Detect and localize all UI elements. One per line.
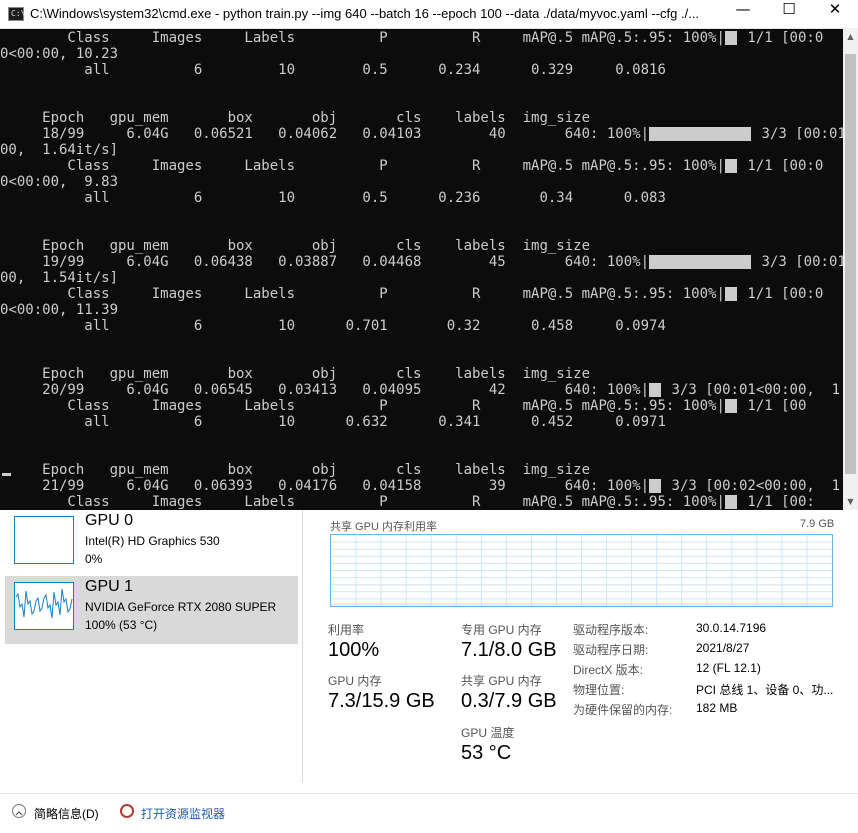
gpu-0-model: Intel(R) HD Graphics 530 <box>85 534 220 548</box>
shared-memory-value: 0.3/7.9 GB <box>461 690 557 712</box>
utilization-label: 利用率 <box>328 623 365 637</box>
progress-status: 3/3 [00:01<00:00, 1. <box>663 382 843 398</box>
shared-memory-graph-label: 共享 GPU 内存利用率 <box>330 521 437 533</box>
progress-bar <box>649 255 752 269</box>
console-line: Class Images Labels P R mAP@.5 mAP@.5:.9… <box>0 494 725 510</box>
physical-location-value: PCI 总线 1、设备 0、功... <box>696 683 834 697</box>
shared-memory-graph-grid <box>331 535 832 606</box>
utilization-value: 100% <box>328 639 380 661</box>
console-line: Epoch gpu_mem box obj cls labels img_siz… <box>0 110 591 126</box>
console-line: 20/99 6.04G 0.06545 0.03413 0.04095 42 6… <box>0 382 650 398</box>
scroll-down-icon[interactable]: ▼ <box>843 493 858 510</box>
progress-bar <box>649 479 662 493</box>
directx-version-label: DirectX 版本: <box>573 663 644 677</box>
console-line: all 6 10 0.5 0.234 0.329 0.0816 <box>0 62 666 78</box>
shared-memory-label: 共享 GPU 内存 <box>461 674 542 688</box>
driver-version-value: 30.0.14.7196 <box>696 621 767 635</box>
progress-status: 1/1 [00:0 <box>738 286 824 302</box>
console-line: 00, 1.64it/s] <box>0 142 119 158</box>
gpu-1-name: GPU 1 <box>85 578 134 595</box>
footer-bar: 简略信息(D) 打开资源监视器 <box>0 793 858 833</box>
gpu-0-name: GPU 0 <box>85 512 134 529</box>
shared-memory-graph <box>330 534 833 607</box>
console-line: Epoch gpu_mem box obj cls labels img_siz… <box>0 366 591 382</box>
progress-bar <box>649 127 752 141</box>
console-line: all 6 10 0.5 0.236 0.34 0.083 <box>0 190 666 206</box>
open-resource-monitor-link[interactable]: 打开资源监视器 <box>141 805 225 822</box>
driver-date-label: 驱动程序日期: <box>573 643 649 657</box>
cmd-app-icon: C:\ <box>8 7 25 21</box>
dedicated-memory-value: 7.1/8.0 GB <box>461 639 557 661</box>
gpu-1-thumbnail <box>14 582 74 630</box>
resource-monitor-icon[interactable] <box>120 804 134 818</box>
title-bar[interactable]: C:\ C:\Windows\system32\cmd.exe - python… <box>0 0 858 29</box>
gpu-memory-value: 7.3/15.9 GB <box>328 690 435 712</box>
close-button[interactable]: ✕ <box>812 0 858 28</box>
progress-bar <box>724 287 737 301</box>
console-line: 0<00:00, 9.83 <box>0 174 119 190</box>
progress-bar <box>724 31 737 45</box>
progress-bar <box>724 495 737 509</box>
maximize-button[interactable]: ☐ <box>766 0 812 28</box>
fewer-details-link[interactable]: 简略信息(D) <box>34 805 99 822</box>
gpu-0-item[interactable]: GPU 0 Intel(R) HD Graphics 530 0% <box>5 510 298 578</box>
console-line: Epoch gpu_mem box obj cls labels img_siz… <box>0 462 591 478</box>
gpu-0-thumbnail <box>14 516 74 564</box>
progress-status: 1/1 [00: <box>738 494 815 510</box>
dedicated-memory-label: 专用 GPU 内存 <box>461 623 542 637</box>
gpu-1-usage: 100% (53 °C) <box>85 618 158 632</box>
physical-location-label: 物理位置: <box>573 683 625 697</box>
progress-bar <box>649 383 662 397</box>
progress-status: 1/1 [00:0 <box>738 30 824 46</box>
console-line: 19/99 6.04G 0.06438 0.03887 0.04468 45 6… <box>0 254 650 270</box>
console-line: 21/99 6.04G 0.06393 0.04176 0.04158 39 6… <box>0 478 650 494</box>
progress-status: 1/1 [00 <box>738 398 807 414</box>
device-list: GPU 0 Intel(R) HD Graphics 530 0% GPU 1 … <box>0 510 303 783</box>
console-line: 0<00:00, 11.39 <box>0 302 119 318</box>
gpu-1-model: NVIDIA GeForce RTX 2080 SUPER <box>85 600 277 614</box>
console-cursor <box>2 473 11 476</box>
gpu-1-usage-sparkline <box>15 588 73 619</box>
progress-bar <box>724 159 737 173</box>
hardware-reserved-memory-label: 为硬件保留的内存: <box>573 703 673 717</box>
gpu-temperature-value: 53 °C <box>461 742 512 764</box>
gpu-memory-label: GPU 内存 <box>328 674 382 688</box>
collapse-chevron-icon[interactable] <box>12 804 26 818</box>
console-scrollbar[interactable]: ▲ ▼ <box>843 28 858 510</box>
console-line: Class Images Labels P R mAP@.5 mAP@.5:.9… <box>0 286 725 302</box>
console-line: Class Images Labels P R mAP@.5 mAP@.5:.9… <box>0 158 725 174</box>
console-line: 00, 1.54it/s] <box>0 270 119 286</box>
console-output[interactable]: Class Images Labels P R mAP@.5 mAP@.5:.9… <box>0 28 843 510</box>
progress-bar <box>724 399 737 413</box>
minimize-button[interactable]: — <box>720 0 766 28</box>
shared-memory-graph-max: 7.9 GB <box>800 518 835 530</box>
scrollbar-thumb[interactable] <box>845 54 856 474</box>
console-line: Epoch gpu_mem box obj cls labels img_siz… <box>0 238 591 254</box>
console-line: 18/99 6.04G 0.06521 0.04062 0.04103 40 6… <box>0 126 650 142</box>
console-line: 0<00:00, 10.23 <box>0 46 119 62</box>
progress-status: 3/3 [00:01<00: <box>761 254 843 270</box>
progress-status: 3/3 [00:01<00: <box>761 126 843 142</box>
directx-version-value: 12 (FL 12.1) <box>696 661 761 675</box>
progress-status: 1/1 [00:0 <box>738 158 824 174</box>
driver-version-label: 驱动程序版本: <box>573 623 649 637</box>
task-manager-gpu-panel: GPU 0 Intel(R) HD Graphics 530 0% GPU 1 … <box>0 510 858 833</box>
console-line: Class Images Labels P R mAP@.5 mAP@.5:.9… <box>0 30 725 46</box>
hardware-reserved-memory-value: 182 MB <box>696 701 738 715</box>
scroll-up-icon[interactable]: ▲ <box>843 28 858 45</box>
cmd-window: C:\ C:\Windows\system32\cmd.exe - python… <box>0 0 858 510</box>
console-line: all 6 10 0.632 0.341 0.452 0.0971 <box>0 414 666 430</box>
gpu-1-item[interactable]: GPU 1 NVIDIA GeForce RTX 2080 SUPER 100%… <box>5 576 298 644</box>
gpu-0-usage: 0% <box>85 552 103 566</box>
console-line: Class Images Labels P R mAP@.5 mAP@.5:.9… <box>0 398 725 414</box>
window-title: C:\Windows\system32\cmd.exe - python tra… <box>30 6 700 21</box>
progress-status: 3/3 [00:02<00:00, 1.45i <box>671 478 843 494</box>
driver-date-value: 2021/8/27 <box>696 641 750 655</box>
console-line: all 6 10 0.701 0.32 0.458 0.0974 <box>0 318 666 334</box>
gpu-temperature-label: GPU 温度 <box>461 726 515 740</box>
